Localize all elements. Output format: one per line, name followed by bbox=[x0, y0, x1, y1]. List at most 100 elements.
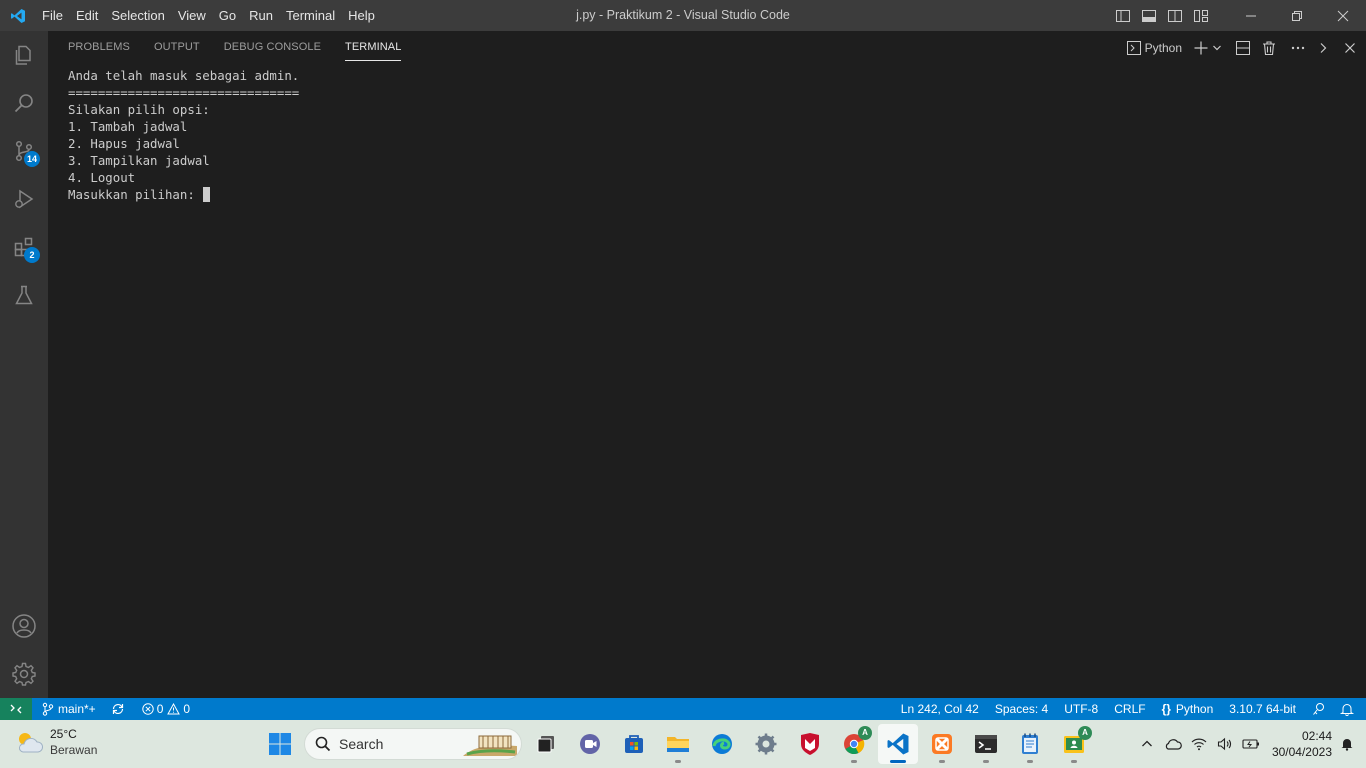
search-icon[interactable] bbox=[0, 79, 48, 127]
windows-terminal-icon[interactable] bbox=[966, 724, 1006, 764]
weather-description: Berawan bbox=[50, 743, 98, 757]
terminal-line: Anda telah masuk sebagai admin. bbox=[68, 68, 300, 83]
restore-icon[interactable] bbox=[1274, 0, 1320, 31]
terminal-output[interactable]: Anda telah masuk sebagai admin. =========… bbox=[68, 67, 299, 203]
clock-date: 30/04/2023 bbox=[1271, 745, 1332, 759]
extensions-icon[interactable]: 2 bbox=[0, 223, 48, 271]
menu-view[interactable]: View bbox=[172, 0, 212, 31]
menu-file[interactable]: File bbox=[36, 0, 69, 31]
file-explorer-icon[interactable] bbox=[658, 724, 698, 764]
notification-center-icon[interactable] bbox=[1338, 724, 1356, 764]
onedrive-cloud-icon[interactable] bbox=[1160, 724, 1186, 764]
manage-gear-icon[interactable] bbox=[0, 650, 48, 698]
tab-debug-console[interactable]: DEBUG CONSOLE bbox=[224, 31, 321, 64]
split-terminal-icon[interactable] bbox=[1236, 31, 1250, 64]
panel-tabs: PROBLEMS OUTPUT DEBUG CONSOLE TERMINAL bbox=[68, 31, 425, 64]
feedback-icon[interactable] bbox=[1304, 698, 1334, 720]
terminal-prompt: Masukkan pilihan: bbox=[68, 187, 203, 202]
settings-gear-icon[interactable] bbox=[746, 724, 786, 764]
microsoft-store-icon[interactable] bbox=[614, 724, 654, 764]
terminal-panel: PROBLEMS OUTPUT DEBUG CONSOLE TERMINAL P… bbox=[48, 31, 1366, 698]
start-windows-icon[interactable] bbox=[260, 724, 300, 764]
testing-icon[interactable] bbox=[0, 271, 48, 319]
terminal-prompt-line[interactable]: Masukkan pilihan: bbox=[68, 186, 299, 203]
trash-icon[interactable] bbox=[1262, 31, 1276, 64]
volume-icon[interactable] bbox=[1212, 724, 1238, 764]
battery-icon[interactable] bbox=[1238, 724, 1264, 764]
toggle-primary-sidebar-icon[interactable] bbox=[1110, 0, 1136, 31]
new-terminal-icon[interactable] bbox=[1194, 31, 1208, 64]
vscode-taskbar-icon[interactable] bbox=[878, 724, 918, 764]
terminal-line: 2. Hapus jadwal bbox=[68, 136, 180, 151]
language-label: Python bbox=[1175, 702, 1214, 716]
menu-help[interactable]: Help bbox=[342, 0, 381, 31]
running-indicator bbox=[939, 760, 945, 763]
terminal-line: =============================== bbox=[68, 85, 300, 100]
notifications-bell-icon[interactable] bbox=[1334, 698, 1360, 720]
google-classroom-icon[interactable]: A bbox=[1054, 724, 1094, 764]
menu-selection[interactable]: Selection bbox=[105, 0, 170, 31]
language-mode[interactable]: {} Python bbox=[1154, 698, 1222, 720]
source-control-icon[interactable]: 14 bbox=[0, 127, 48, 175]
chevron-right-icon[interactable] bbox=[1318, 31, 1328, 64]
taskbar-search[interactable]: Search bbox=[304, 728, 522, 760]
branch-status[interactable]: main*+ bbox=[32, 698, 101, 720]
tab-terminal[interactable]: TERMINAL bbox=[345, 31, 402, 64]
weather-widget[interactable]: 25°C Berawan bbox=[14, 726, 97, 758]
vscode-logo-icon bbox=[0, 0, 36, 31]
menu-run[interactable]: Run bbox=[243, 0, 279, 31]
title-bar: File Edit Selection View Go Run Terminal… bbox=[0, 0, 1366, 31]
terminal-icon bbox=[1126, 40, 1141, 55]
more-actions-icon[interactable] bbox=[1290, 31, 1306, 64]
toggle-panel-icon[interactable] bbox=[1136, 0, 1162, 31]
branch-name: main*+ bbox=[58, 702, 96, 716]
running-indicator bbox=[675, 760, 681, 763]
accounts-icon[interactable] bbox=[0, 602, 48, 650]
explorer-icon[interactable] bbox=[0, 31, 48, 79]
run-debug-icon[interactable] bbox=[0, 175, 48, 223]
indentation[interactable]: Spaces: 4 bbox=[987, 698, 1056, 720]
chevron-down-icon[interactable] bbox=[1212, 31, 1222, 64]
edge-browser-icon[interactable] bbox=[702, 724, 742, 764]
profile-badge: A bbox=[1078, 726, 1092, 740]
windows-taskbar: 25°C Berawan Search A A 02:44 30/04/2023 bbox=[0, 720, 1366, 768]
wifi-icon[interactable] bbox=[1186, 724, 1212, 764]
close-panel-icon[interactable] bbox=[1344, 31, 1356, 64]
minimize-icon[interactable] bbox=[1228, 0, 1274, 31]
chevron-up-icon[interactable] bbox=[1134, 724, 1160, 764]
cursor-position[interactable]: Ln 242, Col 42 bbox=[893, 698, 987, 720]
system-clock[interactable]: 02:44 30/04/2023 bbox=[1272, 728, 1332, 760]
encoding[interactable]: UTF-8 bbox=[1056, 698, 1106, 720]
close-icon[interactable] bbox=[1320, 0, 1366, 31]
python-interpreter[interactable]: 3.10.7 64-bit bbox=[1221, 698, 1304, 720]
customize-layout-icon[interactable] bbox=[1188, 0, 1214, 31]
terminal-profile-selector[interactable]: Python bbox=[1126, 31, 1182, 64]
toggle-secondary-sidebar-icon[interactable] bbox=[1162, 0, 1188, 31]
mcafee-shield-icon[interactable] bbox=[790, 724, 830, 764]
end-of-line[interactable]: CRLF bbox=[1106, 698, 1153, 720]
extensions-badge: 2 bbox=[24, 247, 40, 263]
terminal-profile-label: Python bbox=[1144, 40, 1182, 55]
taskbar-apps: Search A A bbox=[258, 720, 1096, 768]
notepad-icon[interactable] bbox=[1010, 724, 1050, 764]
teams-chat-icon[interactable] bbox=[570, 724, 610, 764]
search-icon bbox=[315, 736, 331, 752]
sync-icon[interactable] bbox=[101, 698, 130, 720]
braces-icon: {} bbox=[1161, 702, 1171, 716]
panel-actions: Python bbox=[1123, 31, 1356, 64]
task-view-icon[interactable] bbox=[526, 724, 566, 764]
problems-status[interactable]: 0 0 bbox=[130, 698, 195, 720]
menu-edit[interactable]: Edit bbox=[70, 0, 104, 31]
chrome-browser-icon[interactable]: A bbox=[834, 724, 874, 764]
menu-terminal[interactable]: Terminal bbox=[280, 0, 341, 31]
activity-bar: 14 2 bbox=[0, 31, 48, 698]
menu-go[interactable]: Go bbox=[213, 0, 242, 31]
tab-problems[interactable]: PROBLEMS bbox=[68, 31, 130, 64]
tab-output[interactable]: OUTPUT bbox=[154, 31, 200, 64]
search-highlight-icon bbox=[463, 735, 517, 756]
menu-bar: File Edit Selection View Go Run Terminal… bbox=[36, 0, 382, 31]
xampp-icon[interactable] bbox=[922, 724, 962, 764]
status-bar: main*+ 0 0 Ln 242, Col 42 Spaces: 4 UTF-… bbox=[0, 698, 1366, 720]
remote-indicator-icon[interactable] bbox=[0, 698, 32, 720]
running-indicator bbox=[1027, 760, 1033, 763]
